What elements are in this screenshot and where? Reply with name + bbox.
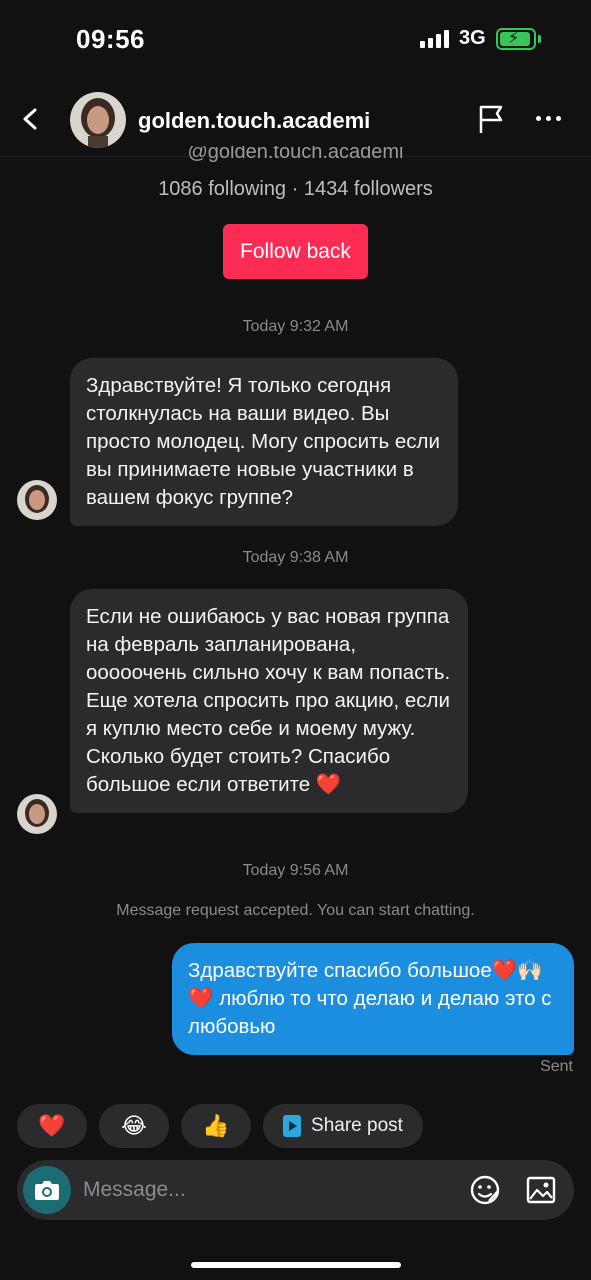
flag-icon[interactable]	[474, 102, 508, 136]
status-bar: 09:56 3G ⚡	[0, 0, 591, 80]
incoming-message-bubble[interactable]: Если не ошибаюсь у вас новая группа на ф…	[70, 589, 468, 813]
profile-handle: @golden.touch.academi	[187, 146, 404, 163]
network-type: 3G	[459, 27, 486, 49]
more-horizontal-icon[interactable]	[536, 116, 561, 121]
sticker-icon[interactable]	[469, 1174, 501, 1206]
camera-button[interactable]	[23, 1166, 71, 1214]
quick-reaction-heart[interactable]: ❤️	[17, 1104, 87, 1148]
signal-icon	[420, 30, 449, 48]
avatar[interactable]	[70, 92, 126, 148]
quick-reaction-thumbs-up[interactable]: 👍	[181, 1104, 251, 1148]
header-username[interactable]: golden.touch.academi	[138, 108, 370, 134]
quick-reply-bar: ❤️ 😂 👍 Share post	[17, 1104, 423, 1148]
follow-stats: 1086 following · 1434 followers	[158, 178, 433, 200]
follow-back-button[interactable]: Follow back	[223, 224, 368, 279]
timestamp: Today 9:38 AM	[242, 549, 349, 566]
video-icon	[283, 1115, 302, 1137]
avatar[interactable]	[17, 794, 57, 834]
incoming-message-bubble[interactable]: Здравствуйте! Я только сегодня столкнула…	[70, 358, 458, 526]
message-input[interactable]	[83, 1174, 443, 1206]
chevron-left-icon[interactable]	[20, 108, 42, 130]
share-post-button[interactable]: Share post	[263, 1104, 423, 1148]
status-time: 09:56	[76, 24, 145, 54]
timestamp: Today 9:32 AM	[242, 318, 349, 335]
battery-icon: ⚡	[496, 28, 536, 50]
message-composer	[17, 1160, 574, 1220]
avatar[interactable]	[17, 480, 57, 520]
outgoing-message-bubble[interactable]: Здравствуйте спасибо большое❤️🙌🏻❤️ люблю…	[172, 943, 574, 1055]
system-note: Message request accepted. You can start …	[116, 902, 475, 919]
timestamp: Today 9:56 AM	[242, 862, 349, 879]
camera-icon	[35, 1181, 59, 1200]
home-indicator	[191, 1262, 401, 1268]
share-post-label: Share post	[311, 1115, 403, 1136]
quick-reaction-laugh[interactable]: 😂	[99, 1104, 169, 1148]
sent-status: Sent	[540, 1058, 573, 1075]
image-icon[interactable]	[525, 1174, 557, 1206]
